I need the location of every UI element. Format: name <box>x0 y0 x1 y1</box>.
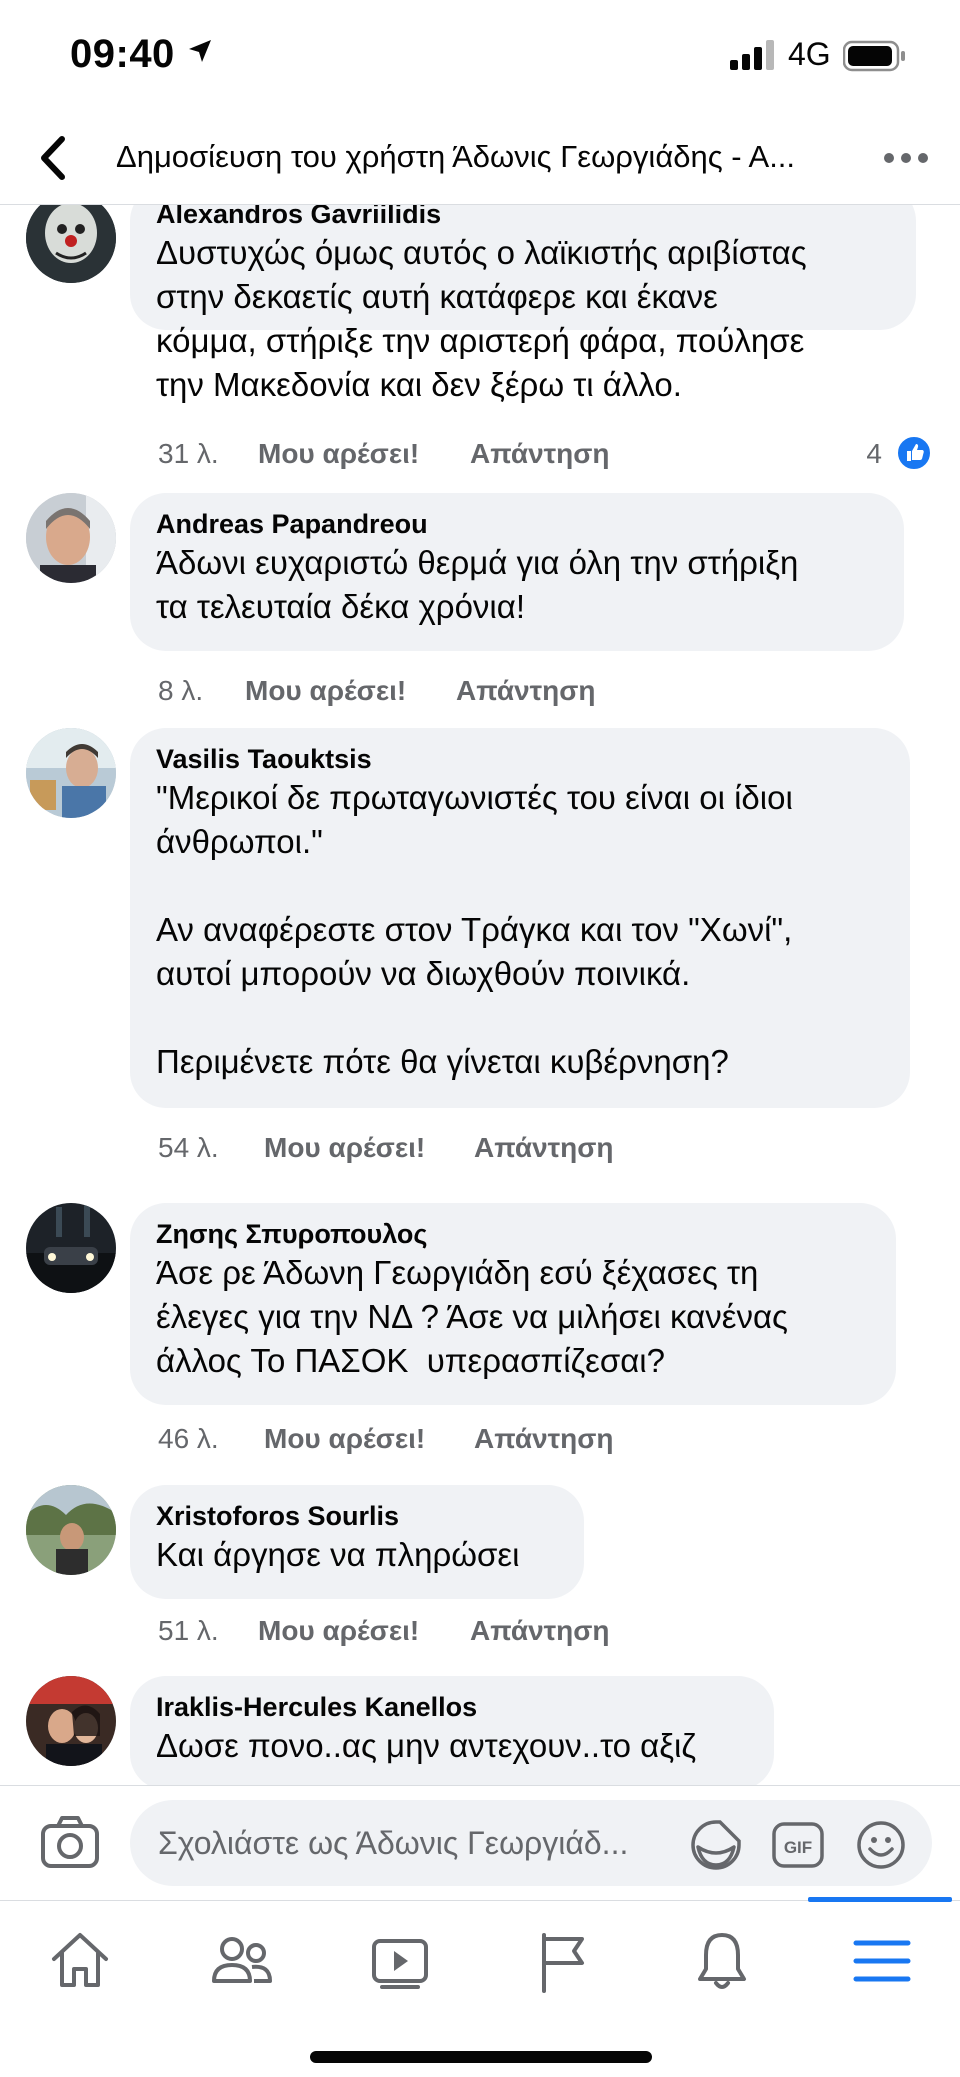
comment-author[interactable]: Xristoforos Sourlis <box>156 1499 558 1533</box>
avatar[interactable] <box>26 1485 116 1575</box>
comment-time: 54 λ. <box>158 1132 219 1163</box>
comment-bubble[interactable]: Iraklis-Hercules Kanellos Δωσε πονο..ας … <box>130 1676 774 1785</box>
comment-text: Άσε ρε Άδωνη Γεωργιάδη εσύ ξέχασες τη έλ… <box>156 1254 788 1379</box>
avatar[interactable] <box>26 1676 116 1766</box>
avatar[interactable] <box>26 493 116 583</box>
reply-button[interactable]: Απάντηση <box>474 1423 614 1455</box>
comments-list: Alexandros Gavriilidis Δυστυχώς όμως αυτ… <box>0 205 960 1785</box>
like-button[interactable]: Μου αρέσει! <box>264 1132 425 1164</box>
reaction-count[interactable]: 4 <box>866 438 882 470</box>
pages-flag-icon[interactable] <box>522 1921 602 2001</box>
comment-actions: 46 λ. Μου αρέσει! Απάντηση <box>158 1423 938 1463</box>
network-type: 4G <box>788 36 831 72</box>
location-arrow-icon <box>189 40 211 62</box>
menu-icon[interactable] <box>842 1921 922 2001</box>
avatar[interactable] <box>26 1203 116 1293</box>
thumbs-up-icon[interactable] <box>896 435 932 471</box>
comment-author[interactable]: Vasilis Taouktsis <box>156 742 884 776</box>
friends-icon[interactable] <box>202 1921 282 2001</box>
comment-text: Άδωνι ευχαριστώ θερμά για όλη την στήριξ… <box>156 544 799 625</box>
battery-icon <box>843 40 905 72</box>
status-bar: 09:40 4G <box>0 0 960 110</box>
comment-bubble[interactable]: Andreas Papandreou Άδωνι ευχαριστώ θερμά… <box>130 493 904 651</box>
comment-bubble[interactable]: Alexandros Gavriilidis Δυστυχώς όμως αυτ… <box>130 205 916 403</box>
avatar-image <box>26 493 116 583</box>
page-title: Δημοσίευση του χρήστη Άδωνις Γεωργιάδης … <box>116 139 796 174</box>
home-indicator[interactable] <box>310 2051 652 2063</box>
avatar-image <box>26 205 116 283</box>
like-button[interactable]: Μου αρέσει! <box>258 438 419 470</box>
comment-author[interactable]: Iraklis-Hercules Kanellos <box>156 1690 748 1724</box>
comment-composer: GIF <box>0 1785 960 1900</box>
avatar-image <box>26 1485 116 1575</box>
like-button[interactable]: Μου αρέσει! <box>258 1615 419 1647</box>
comment-bubble[interactable]: Vasilis Taouktsis "Μερικοί δε πρωταγωνισ… <box>130 728 910 1108</box>
svg-text:GIF: GIF <box>784 1838 812 1857</box>
active-tab-indicator <box>808 1897 952 1902</box>
comment-time: 8 λ. <box>158 675 204 706</box>
reply-button[interactable]: Απάντηση <box>470 438 610 470</box>
comment-actions: 31 λ. Μου αρέσει! Απάντηση <box>158 438 938 478</box>
comment-text: Δυστυχώς όμως αυτός ο λαϊκιστής αριβίστα… <box>156 234 807 403</box>
comment-text: Δωσε πονο..ας μην αντεχουν..το αξιζ <box>156 1727 696 1764</box>
post-header: Δημοσίευση του χρήστη Άδωνις Γεωργιάδης … <box>0 115 960 205</box>
comment-time: 46 λ. <box>158 1423 219 1454</box>
watch-icon[interactable] <box>360 1921 440 2001</box>
sticker-icon[interactable] <box>690 1819 742 1871</box>
reply-button[interactable]: Απάντηση <box>470 1615 610 1647</box>
comment-author[interactable]: Ζησης Σπυροπουλος <box>156 1217 870 1251</box>
comment-bubble[interactable]: Xristoforos Sourlis Και άργησε να πληρώσ… <box>130 1485 584 1599</box>
comment-actions: 51 λ. Μου αρέσει! Απάντηση <box>158 1615 938 1655</box>
emoji-icon[interactable] <box>855 1819 907 1871</box>
camera-icon[interactable] <box>40 1814 100 1870</box>
comment-actions: 54 λ. Μου αρέσει! Απάντηση <box>158 1132 938 1172</box>
notifications-bell-icon[interactable] <box>682 1921 762 2001</box>
cellular-signal-icon <box>730 40 774 70</box>
avatar[interactable] <box>26 728 116 818</box>
comment-actions: 8 λ. Μου αρέσει! Απάντηση <box>158 675 938 715</box>
comment-bubble[interactable]: Ζησης Σπυροπουλος Άσε ρε Άδωνη Γεωργιάδη… <box>130 1203 896 1405</box>
like-button[interactable]: Μου αρέσει! <box>264 1423 425 1455</box>
comment-time: 51 λ. <box>158 1615 219 1646</box>
back-arrow-icon[interactable] <box>34 133 74 183</box>
avatar-image <box>26 1203 116 1293</box>
avatar[interactable] <box>26 205 116 283</box>
more-options-icon[interactable] <box>884 143 930 173</box>
comment-text: "Μερικοί δε πρωταγωνιστές του είναι οι ί… <box>156 779 793 1080</box>
reply-button[interactable]: Απάντηση <box>474 1132 614 1164</box>
status-time: 09:40 <box>70 32 175 76</box>
home-icon[interactable] <box>40 1921 120 2001</box>
reply-button[interactable]: Απάντηση <box>456 675 596 707</box>
avatar-image <box>26 728 116 818</box>
comment-author[interactable]: Alexandros Gavriilidis <box>156 205 890 231</box>
avatar-image <box>26 1676 116 1766</box>
bottom-tab-bar <box>0 1897 960 2077</box>
comment-author[interactable]: Andreas Papandreou <box>156 507 878 541</box>
comment-text: Και άργησε να πληρώσει <box>156 1536 520 1573</box>
gif-icon[interactable]: GIF <box>772 1822 824 1868</box>
comment-time: 31 λ. <box>158 438 219 469</box>
like-button[interactable]: Μου αρέσει! <box>245 675 406 707</box>
